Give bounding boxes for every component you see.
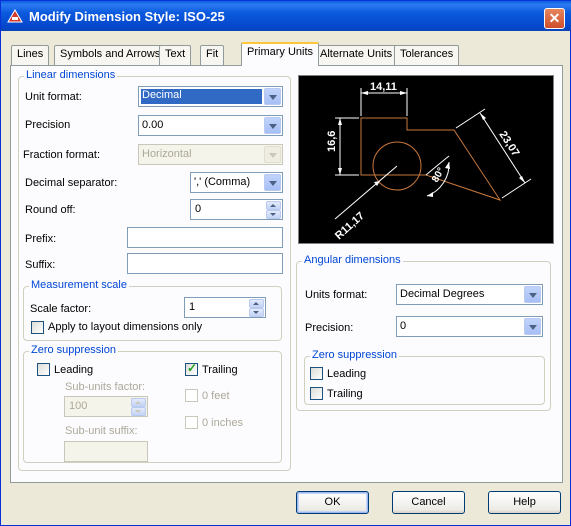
decimal-separator-dropdown[interactable]: ',' (Comma) xyxy=(190,172,283,193)
prefix-label: Prefix: xyxy=(25,233,57,245)
apply-layout-label: Apply to layout dimensions only xyxy=(48,321,203,333)
angular-precision-label: Precision: xyxy=(305,322,354,334)
linear-dimensions-title: Linear dimensions xyxy=(24,69,118,81)
ok-button[interactable]: OK xyxy=(296,491,369,514)
decimal-separator-label: Decimal separator: xyxy=(25,177,118,189)
apply-layout-checkbox[interactable] xyxy=(31,321,44,334)
help-button[interactable]: Help xyxy=(488,491,561,514)
tab-fit[interactable]: Fit xyxy=(200,45,225,65)
unit-format-value: Decimal xyxy=(141,89,262,104)
tab-lines[interactable]: Lines xyxy=(11,45,50,65)
trailing-checkbox[interactable]: ✓ xyxy=(185,361,198,376)
zero-suppression-angular-title: Zero suppression xyxy=(310,349,399,361)
scale-factor-label: Scale factor: xyxy=(30,303,92,315)
spin-up-icon[interactable] xyxy=(266,201,281,210)
fraction-format-label: Fraction format: xyxy=(23,149,101,161)
window-title: Modify Dimension Style: ISO-25 xyxy=(29,9,225,24)
tab-symbols-and-arrows[interactable]: Symbols and Arrows xyxy=(54,45,167,65)
scale-factor-value: 1 xyxy=(189,301,196,313)
chevron-down-icon[interactable] xyxy=(264,117,281,134)
inches-label: 0 inches xyxy=(202,417,243,429)
measurement-scale-title: Measurement scale xyxy=(29,279,129,291)
spin-down-icon[interactable] xyxy=(266,210,281,219)
round-off-label: Round off: xyxy=(25,204,76,216)
round-off-spinner[interactable]: 0 xyxy=(190,199,283,220)
checkmark-icon: ✓ xyxy=(187,361,198,375)
chevron-down-icon[interactable] xyxy=(264,88,281,105)
subunits-factor-value: 100 xyxy=(69,400,88,412)
chevron-down-icon[interactable] xyxy=(264,174,281,191)
preview-dim-left: 16,6 xyxy=(326,131,338,152)
cancel-button[interactable]: Cancel xyxy=(392,491,465,514)
angular-leading-label: Leading xyxy=(327,368,367,380)
angular-units-format-value: Decimal Degrees xyxy=(400,288,485,300)
title-bar[interactable]: Modify Dimension Style: ISO-25 ✕ xyxy=(1,1,571,31)
unit-format-dropdown[interactable]: Decimal xyxy=(138,86,283,107)
trailing-label: Trailing xyxy=(202,364,238,376)
leading-label: Leading xyxy=(54,364,94,376)
dialog-window: Modify Dimension Style: ISO-25 ✕ Lines S… xyxy=(0,0,571,526)
units-format-label: Units format: xyxy=(305,289,368,301)
dimension-preview: 14,11 16,6 23,07 80° R11,17 xyxy=(298,75,554,244)
inches-checkbox xyxy=(185,416,198,429)
unit-format-label: Unit format: xyxy=(25,91,82,103)
subunits-factor-label: Sub-units factor: xyxy=(65,381,146,393)
subunit-suffix-label: Sub-unit suffix: xyxy=(65,425,138,437)
precision-dropdown[interactable]: 0.00 xyxy=(138,115,283,136)
spin-down-icon xyxy=(131,407,146,416)
preview-dim-top: 14,11 xyxy=(370,81,397,93)
tab-alternate-units[interactable]: Alternate Units xyxy=(314,45,399,65)
angular-trailing-label: Trailing xyxy=(327,388,363,400)
subunit-suffix-input xyxy=(64,441,148,462)
feet-label: 0 feet xyxy=(202,390,230,402)
leading-checkbox[interactable] xyxy=(37,363,50,376)
close-button[interactable]: ✕ xyxy=(544,8,565,29)
angular-units-format-dropdown[interactable]: Decimal Degrees xyxy=(396,284,543,305)
autocad-app-icon xyxy=(7,9,23,23)
decimal-separator-value: ',' (Comma) xyxy=(194,176,251,188)
suffix-label: Suffix: xyxy=(25,259,56,271)
precision-label: Precision xyxy=(25,119,71,131)
chevron-down-icon xyxy=(264,146,281,163)
angular-precision-dropdown[interactable]: 0 xyxy=(396,316,543,337)
preview-dim-radius: R11,17 xyxy=(333,210,367,242)
tab-tolerances[interactable]: Tolerances xyxy=(394,45,460,65)
suffix-input[interactable] xyxy=(127,253,283,274)
spin-down-icon[interactable] xyxy=(249,308,264,317)
angular-precision-value: 0 xyxy=(400,320,407,332)
chevron-down-icon[interactable] xyxy=(524,286,541,303)
precision-value: 0.00 xyxy=(142,119,164,131)
round-off-value: 0 xyxy=(195,203,202,215)
scale-factor-spinner[interactable]: 1 xyxy=(184,297,266,318)
spin-up-icon[interactable] xyxy=(249,299,264,308)
angular-trailing-checkbox[interactable] xyxy=(310,387,323,400)
fraction-format-dropdown: Horizontal xyxy=(138,144,283,165)
preview-drawing: 14,11 16,6 23,07 80° R11,17 xyxy=(326,81,532,242)
tab-primary-units[interactable]: Primary Units xyxy=(241,42,320,66)
zero-suppression-linear-title: Zero suppression xyxy=(29,344,118,356)
angular-leading-checkbox[interactable] xyxy=(310,367,323,380)
angular-dimensions-title: Angular dimensions xyxy=(302,254,403,266)
prefix-input[interactable] xyxy=(127,227,283,248)
tab-text[interactable]: Text xyxy=(159,45,192,65)
spin-up-icon xyxy=(131,398,146,407)
fraction-format-value: Horizontal xyxy=(142,148,192,160)
subunits-factor-spinner: 100 xyxy=(64,396,148,417)
feet-checkbox xyxy=(185,389,198,402)
chevron-down-icon[interactable] xyxy=(524,318,541,335)
